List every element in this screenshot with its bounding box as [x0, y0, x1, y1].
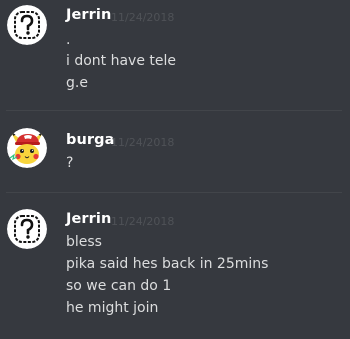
message-author[interactable]: Jerrin — [66, 211, 111, 227]
message-line: so we can do 1 — [66, 278, 172, 294]
message-line: i dont have tele — [66, 53, 177, 69]
message-group: Jerrin 11/24/2018 bless pika said hes ba… — [0, 193, 350, 339]
message-line: . — [66, 32, 71, 48]
chat-message-list: Jerrin 11/24/2018 . i dont have tele g.e — [0, 0, 350, 339]
pikachu-avatar-icon — [7, 128, 47, 168]
message-timestamp: 11/24/2018 — [111, 136, 175, 149]
message-line: he might join — [66, 300, 159, 316]
message-line: ? — [66, 155, 74, 171]
avatar[interactable] — [7, 209, 47, 249]
question-mark-avatar-icon — [7, 209, 47, 249]
message-author[interactable]: burga — [66, 132, 115, 148]
question-mark-avatar-icon — [7, 5, 47, 45]
message-group: burga 11/24/2018 ? — [0, 111, 350, 191]
message-line: pika said hes back in 25mins — [66, 256, 269, 272]
message-timestamp: 11/24/2018 — [111, 11, 175, 24]
message-group: Jerrin 11/24/2018 . i dont have tele g.e — [0, 0, 350, 110]
message-line: g.e — [66, 75, 88, 91]
message-timestamp: 11/24/2018 — [111, 215, 175, 228]
avatar[interactable] — [7, 128, 47, 168]
avatar[interactable] — [7, 5, 47, 45]
message-author[interactable]: Jerrin — [66, 7, 111, 23]
message-line: bless — [66, 234, 102, 250]
